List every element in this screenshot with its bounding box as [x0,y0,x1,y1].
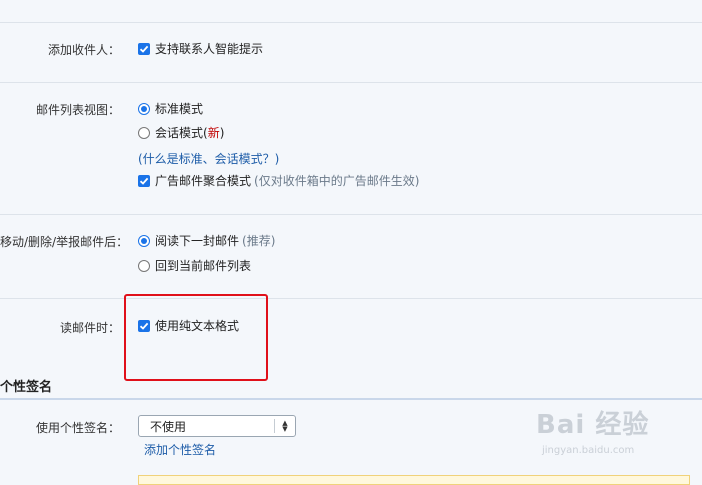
radio-selected-icon[interactable] [138,234,150,247]
radio-selected-icon[interactable] [138,102,150,115]
signature-select[interactable]: 不使用 ▲ ▼ [138,415,296,437]
add-signature-link[interactable]: 添加个性签名 [144,441,216,458]
back-to-list-radio[interactable]: 回到当前邮件列表 [138,257,251,274]
smart-suggest-checkbox[interactable]: 支持联系人智能提示 [138,40,263,57]
conversation-mode-radio[interactable]: 会话模式(新) [138,124,224,141]
mail-list-view-label: 邮件列表视图： [35,103,120,117]
ad-aggregate-checkbox[interactable]: 广告邮件聚合模式 (仅对收件箱中的广告邮件生效) [138,172,419,189]
signature-section-title: 个性签名 [0,380,53,395]
read-next-label: 阅读下一封邮件 [155,234,240,248]
notice-box [138,475,690,485]
back-to-list-label: 回到当前邮件列表 [155,259,252,273]
read-next-radio[interactable]: 阅读下一封邮件 (推荐) [138,232,275,249]
standard-mode-radio[interactable]: 标准模式 [138,100,203,117]
new-badge: 新 [207,126,220,140]
highlight-box [124,294,268,381]
reading-label: 读邮件时： [59,321,120,335]
ad-aggregate-note: (仅对收件箱中的广告邮件生效) [254,174,420,188]
conversation-mode-label: 会话模式( [155,126,208,140]
add-recipient-label: 添加收件人： [47,43,120,57]
checkbox-checked-icon[interactable] [138,42,150,55]
radio-unselected-icon[interactable] [138,259,150,272]
updown-arrow-icon[interactable]: ▲ ▼ [275,420,295,433]
smart-suggest-label: 支持联系人智能提示 [155,42,264,56]
mode-help-link[interactable]: (什么是标准、会话模式？) [138,150,279,167]
conversation-mode-suffix: ) [219,125,225,140]
recommended-note: (推荐) [242,234,276,248]
signature-label: 使用个性签名： [35,421,120,435]
signature-select-value: 不使用 [150,419,187,434]
watermark-logo-text: Bai 经验 [536,410,650,440]
ad-aggregate-label: 广告邮件聚合模式 [155,174,252,188]
section-divider [0,398,702,400]
divider-top [0,22,702,23]
baidu-jingyan-watermark: Bai 经验 jingyan.baidu.com [536,404,696,470]
divider-1 [0,82,702,83]
divider-3 [0,298,702,299]
after-action-label: 移动/删除/举报邮件后： [0,235,129,249]
checkbox-checked-icon[interactable] [138,174,150,187]
watermark-url: jingyan.baidu.com [542,445,635,456]
standard-mode-label: 标准模式 [155,102,204,116]
divider-2 [0,214,702,215]
radio-unselected-icon[interactable] [138,126,150,139]
